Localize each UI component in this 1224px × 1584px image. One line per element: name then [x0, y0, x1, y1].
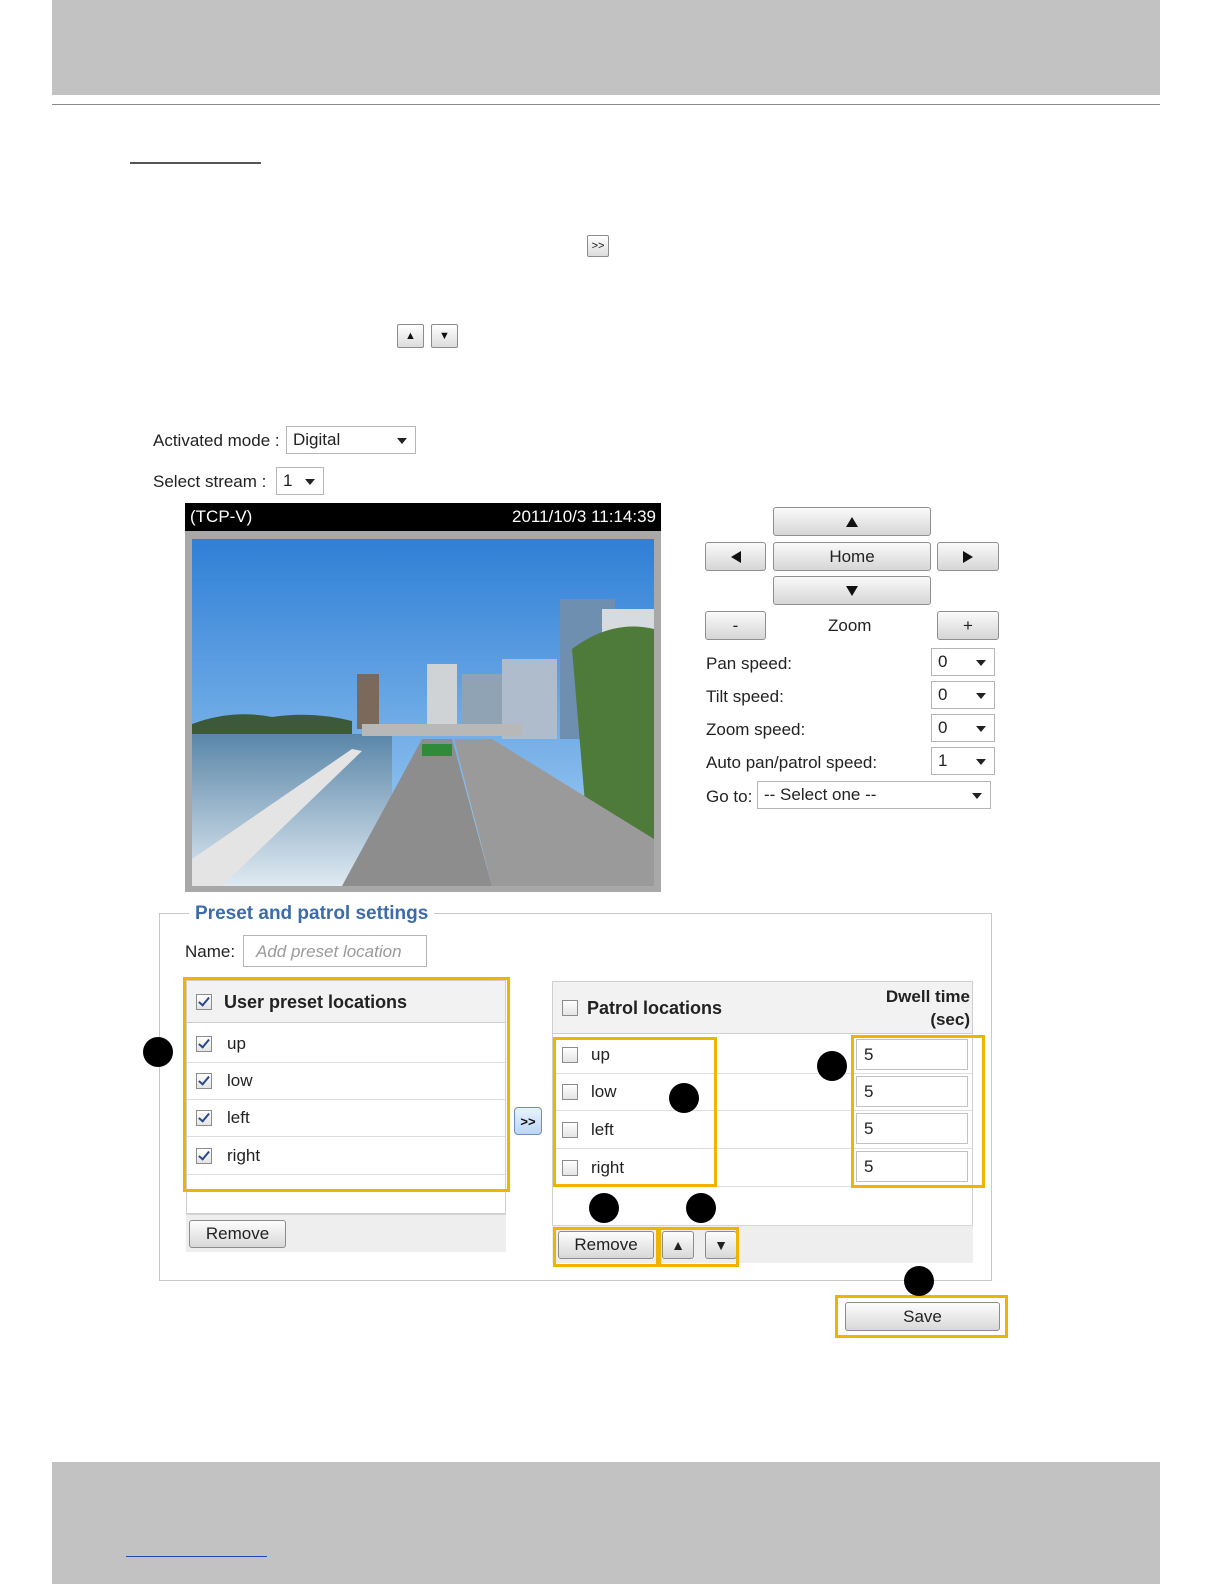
add-to-patrol-button[interactable]: >> [514, 1107, 542, 1135]
zoom-speed-label: Zoom speed: [706, 720, 806, 739]
highlight-reorder-buttons [658, 1227, 739, 1267]
arrow-right-icon [963, 550, 973, 563]
pan-speed-label: Pan speed: [706, 654, 793, 673]
callout-marker [589, 1193, 619, 1223]
home-button[interactable]: Home [773, 542, 931, 571]
highlight-remove-button [553, 1227, 659, 1267]
arrow-up-icon [846, 516, 858, 527]
pan-speed-select[interactable]: 0 [931, 648, 995, 676]
chevron-down-icon [976, 660, 986, 666]
chevron-down-icon [976, 693, 986, 699]
callout-marker [669, 1083, 699, 1113]
auto-patrol-speed-select[interactable]: 1 [931, 747, 995, 775]
callout-marker [904, 1266, 934, 1296]
tilt-speed-select[interactable]: 0 [931, 681, 995, 709]
select-stream-select[interactable]: 1 [276, 467, 324, 495]
user-preset-footer: Remove [186, 1214, 506, 1252]
video-protocol: (TCP-V) [190, 507, 253, 526]
zoom-label: Zoom [828, 616, 872, 635]
select-stream-value: 1 [283, 471, 293, 490]
patrol-header-label: Patrol locations [587, 998, 723, 1018]
callout-marker [143, 1037, 173, 1067]
remove-preset-button[interactable]: Remove [189, 1220, 286, 1248]
auto-patrol-speed-value: 1 [938, 751, 948, 770]
header-divider [52, 104, 1160, 105]
callout-marker [686, 1193, 716, 1223]
preset-patrol-legend: Preset and patrol settings [189, 903, 435, 925]
patrol-header: Patrol locations Dwell time (sec) [553, 982, 972, 1034]
zoom-speed-value: 0 [938, 718, 948, 737]
live-video-panel: (TCP-V) 2011/10/3 11:14:39 [185, 503, 661, 892]
video-status-bar: (TCP-V) 2011/10/3 11:14:39 [185, 503, 661, 531]
inline-transfer-icon: >> [587, 235, 609, 257]
footer-band [52, 1462, 1160, 1584]
activated-mode-select[interactable]: Digital [286, 426, 416, 454]
pan-right-button[interactable] [937, 542, 999, 571]
arrow-left-icon [730, 550, 741, 563]
tilt-down-button[interactable] [773, 576, 931, 605]
pan-speed-value: 0 [938, 652, 948, 671]
dwell-time-unit: (sec) [930, 1010, 970, 1029]
dwell-time-header: Dwell time [885, 987, 970, 1006]
highlight-patrol-items [553, 1037, 717, 1187]
highlight-dwell-times [851, 1035, 985, 1188]
camera-view-image [192, 539, 654, 886]
highlight-save-button [835, 1295, 1008, 1338]
inline-up-arrow-icon: ▲ [397, 324, 424, 348]
tilt-speed-value: 0 [938, 685, 948, 704]
patrol-select-all-checkbox[interactable] [562, 1000, 578, 1016]
activated-mode-value: Digital [293, 430, 341, 449]
chevron-down-icon [976, 726, 986, 732]
goto-value: -- Select one -- [764, 785, 877, 804]
zoom-in-button[interactable]: + [937, 611, 999, 640]
activated-mode-label: Activated mode : [153, 431, 280, 450]
tilt-speed-label: Tilt speed: [706, 687, 784, 706]
chevron-down-icon [397, 438, 407, 444]
zoom-out-button[interactable]: - [705, 611, 766, 640]
chevron-down-icon [976, 759, 986, 765]
pan-left-button[interactable] [705, 542, 766, 571]
inline-down-arrow-icon: ▼ [431, 324, 458, 348]
select-stream-label: Select stream : [153, 472, 267, 491]
chevron-down-icon [972, 793, 982, 799]
tilt-up-button[interactable] [773, 507, 931, 536]
header-band [52, 0, 1160, 95]
goto-label: Go to: [706, 787, 753, 806]
section-heading-underline [130, 162, 261, 164]
preset-name-input[interactable]: Add preset location [243, 935, 427, 967]
auto-patrol-speed-label: Auto pan/patrol speed: [706, 753, 878, 772]
preset-name-label: Name: [185, 942, 236, 961]
arrow-down-icon [846, 585, 858, 596]
footer-link-underline [126, 1556, 267, 1557]
chevron-down-icon [305, 479, 315, 485]
video-timestamp: 2011/10/3 11:14:39 [511, 507, 656, 526]
zoom-speed-select[interactable]: 0 [931, 714, 995, 742]
goto-select[interactable]: -- Select one -- [757, 781, 991, 809]
callout-marker [817, 1051, 847, 1081]
highlight-user-presets [183, 977, 510, 1192]
